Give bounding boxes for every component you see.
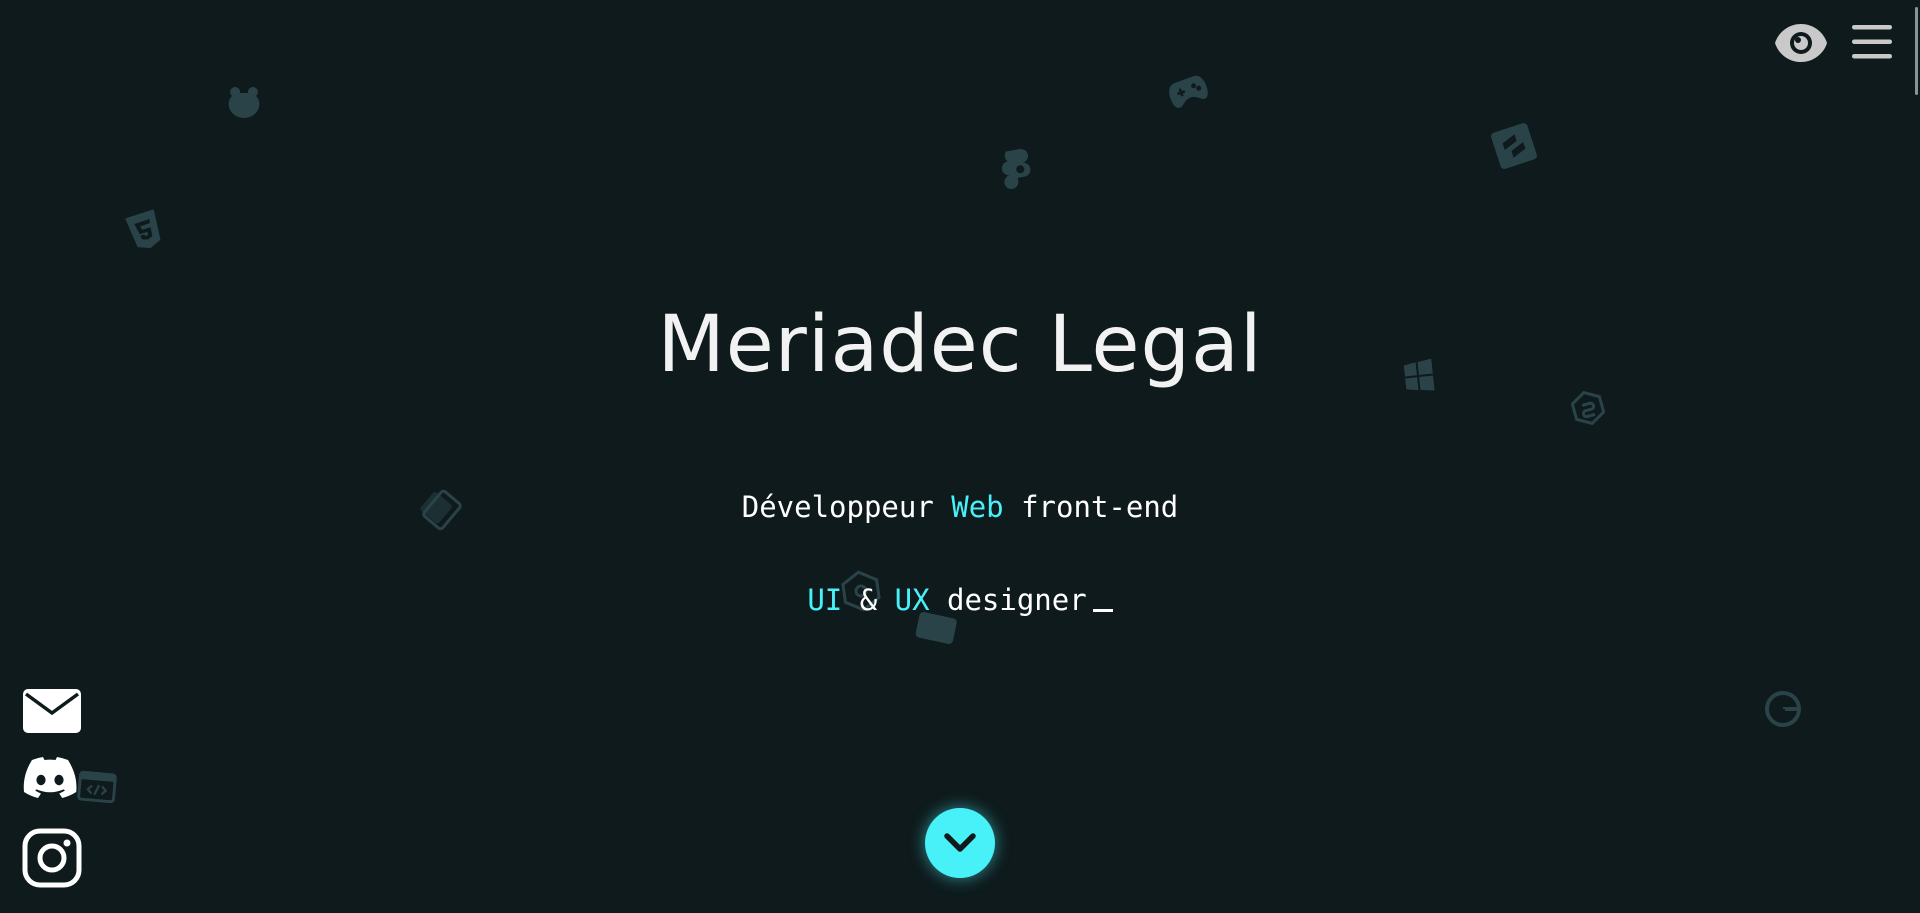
mail-icon — [23, 689, 81, 733]
gamepad-icon — [1164, 70, 1212, 112]
instagram-link[interactable] — [22, 828, 82, 892]
role-accent-web: Web — [951, 490, 1004, 524]
hero-typing-line: UI & UX designer — [0, 583, 1920, 617]
page: Meriadec Legal Développeur Web front-end… — [0, 0, 1920, 913]
scroll-down-button[interactable] — [925, 808, 995, 878]
nuxt-icon — [1566, 386, 1610, 430]
instagram-icon — [22, 828, 82, 888]
css3-icon — [123, 208, 167, 255]
discord-link[interactable] — [22, 756, 78, 802]
scrollbar[interactable] — [1915, 7, 1918, 95]
frog-icon — [226, 86, 262, 120]
mail-link[interactable] — [22, 688, 82, 738]
role-text-end: front-end — [1003, 490, 1179, 524]
figma-icon — [997, 146, 1035, 191]
discord-icon — [23, 757, 77, 798]
typing-ampersand: & — [842, 583, 895, 617]
typing-cursor — [1092, 609, 1113, 612]
menu-icon[interactable] — [1850, 22, 1894, 66]
typing-accent-ux: UX — [894, 583, 930, 617]
code-window-icon — [77, 770, 117, 804]
sublime-text-icon — [1489, 121, 1539, 171]
hero-role-line: Développeur Web front-end — [0, 490, 1920, 524]
gatsby-icon — [1764, 690, 1802, 728]
typing-accent-ui: UI — [807, 583, 843, 617]
typing-text: designer — [929, 583, 1087, 617]
chevron-down-icon — [944, 833, 976, 852]
role-text-start: Développeur — [741, 490, 952, 524]
eye-icon[interactable] — [1774, 18, 1828, 72]
hero-name: Meriadec Legal — [657, 300, 1263, 390]
